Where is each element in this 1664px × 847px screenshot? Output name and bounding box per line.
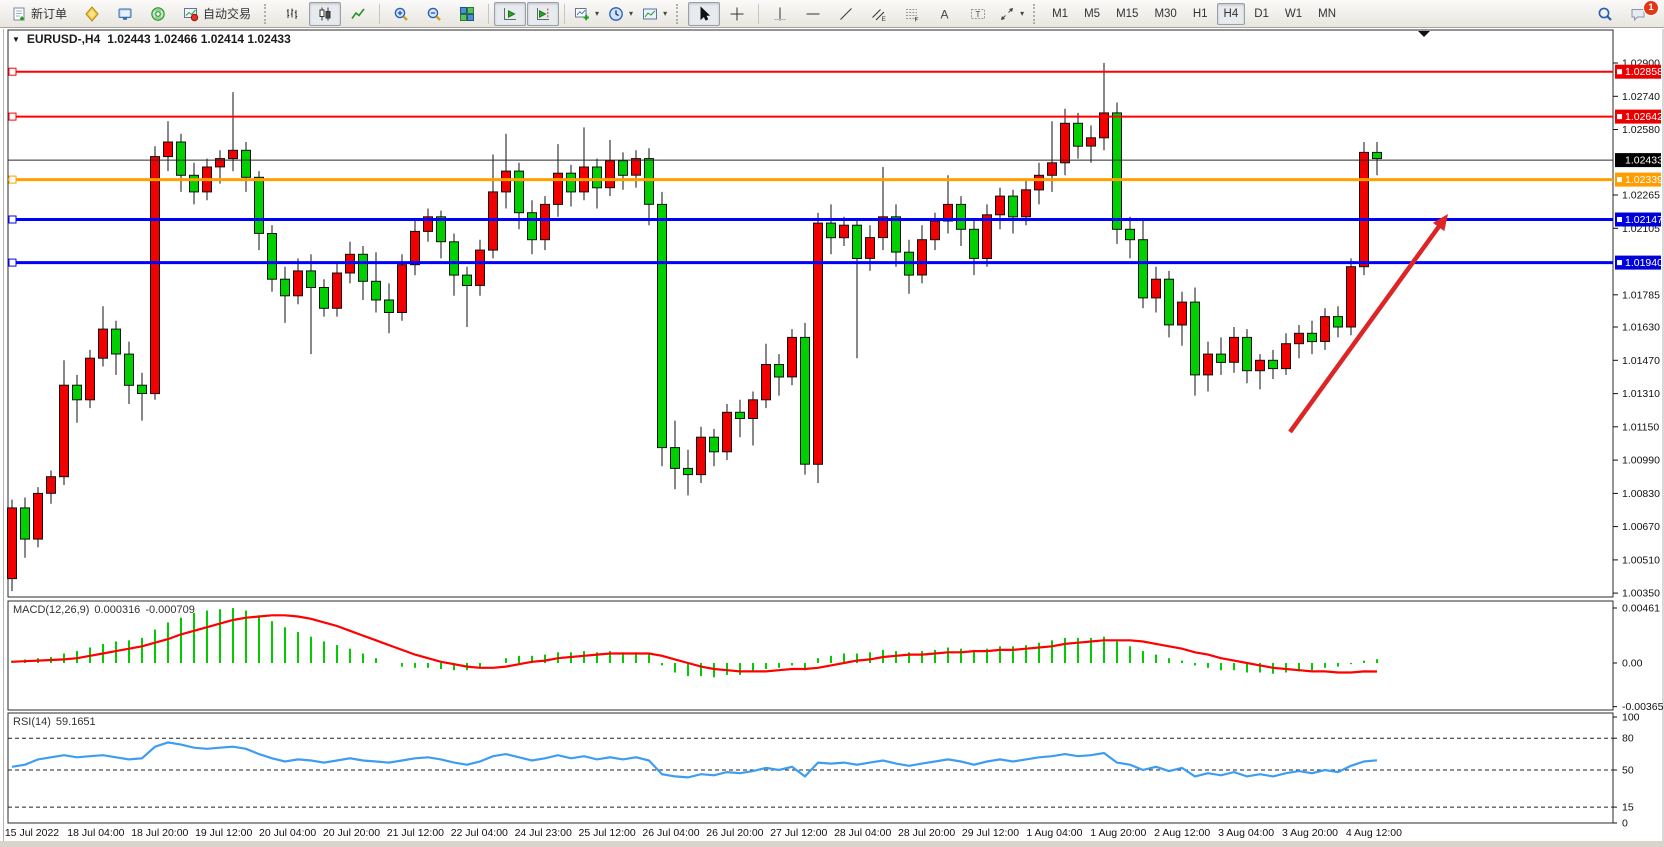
svg-text:15: 15 [1622, 802, 1634, 814]
svg-text:3 Aug 04:00: 3 Aug 04:00 [1218, 827, 1274, 839]
svg-text:20 Jul 04:00: 20 Jul 04:00 [259, 827, 316, 839]
svg-text:1.01940: 1.01940 [1625, 257, 1663, 269]
svg-text:28 Jul 20:00: 28 Jul 20:00 [898, 827, 955, 839]
svg-text:80: 80 [1622, 733, 1634, 745]
svg-text:3 Aug 20:00: 3 Aug 20:00 [1282, 827, 1338, 839]
svg-text:1.01310: 1.01310 [1622, 388, 1660, 400]
svg-text:1.02339: 1.02339 [1625, 174, 1663, 186]
svg-text:25 Jul 12:00: 25 Jul 12:00 [578, 827, 635, 839]
svg-text:50: 50 [1622, 765, 1634, 777]
svg-text:2 Aug 12:00: 2 Aug 12:00 [1154, 827, 1210, 839]
svg-text:1.02433: 1.02433 [1625, 155, 1663, 167]
macd-signal-value: -0.000709 [145, 604, 195, 616]
svg-text:1.02147: 1.02147 [1625, 214, 1663, 226]
svg-text:4 Aug 12:00: 4 Aug 12:00 [1346, 827, 1402, 839]
rsi-pane-label: RSI(14) 59.1651 [13, 716, 96, 728]
svg-text:1.02858: 1.02858 [1625, 66, 1663, 78]
rsi-value: 59.1651 [56, 716, 96, 728]
svg-text:1.02580: 1.02580 [1622, 124, 1660, 136]
svg-text:1.02642: 1.02642 [1625, 111, 1663, 123]
macd-indicator-name: MACD(12,26,9) [13, 604, 89, 616]
svg-text:18 Jul 20:00: 18 Jul 20:00 [131, 827, 188, 839]
chart-symbol-period: EURUSD-,H4 [27, 32, 100, 46]
svg-text:28 Jul 04:00: 28 Jul 04:00 [834, 827, 891, 839]
svg-text:26 Jul 20:00: 26 Jul 20:00 [706, 827, 763, 839]
svg-text:0.00: 0.00 [1622, 658, 1643, 670]
svg-text:1.01470: 1.01470 [1622, 355, 1660, 367]
svg-text:100: 100 [1622, 712, 1640, 724]
svg-text:21 Jul 12:00: 21 Jul 12:00 [387, 827, 444, 839]
chart-menu-icon[interactable]: ▼ [12, 35, 20, 44]
svg-text:1.02265: 1.02265 [1622, 190, 1660, 202]
svg-text:1.00990: 1.00990 [1622, 455, 1660, 467]
svg-text:15 Jul 2022: 15 Jul 2022 [5, 827, 59, 839]
svg-text:1.00670: 1.00670 [1622, 521, 1660, 533]
chart-title-bar[interactable]: ▼ EURUSD-,H4 1.02443 1.02466 1.02414 1.0… [12, 32, 291, 46]
svg-text:26 Jul 04:00: 26 Jul 04:00 [642, 827, 699, 839]
svg-text:1.00350: 1.00350 [1622, 588, 1660, 600]
svg-text:19 Jul 12:00: 19 Jul 12:00 [195, 827, 252, 839]
svg-text:1.00830: 1.00830 [1622, 488, 1660, 500]
svg-text:1 Aug 20:00: 1 Aug 20:00 [1090, 827, 1146, 839]
macd-pane-label: MACD(12,26,9) 0.000316 -0.000709 [13, 604, 195, 616]
svg-text:0.00461: 0.00461 [1622, 603, 1660, 615]
svg-text:1 Aug 04:00: 1 Aug 04:00 [1026, 827, 1082, 839]
svg-text:1.01630: 1.01630 [1622, 322, 1660, 334]
svg-text:18 Jul 04:00: 18 Jul 04:00 [67, 827, 124, 839]
svg-text:1.02740: 1.02740 [1622, 91, 1660, 103]
macd-main-value: 0.000316 [94, 604, 140, 616]
svg-text:20 Jul 20:00: 20 Jul 20:00 [323, 827, 380, 839]
svg-text:1.01785: 1.01785 [1622, 289, 1660, 301]
svg-text:1.01150: 1.01150 [1622, 421, 1659, 433]
svg-text:0: 0 [1622, 818, 1628, 830]
mt4-window: 新订单 自动交易 ▾ ▾ ▾ E F A T ▾ [0, 0, 1664, 847]
chart-ohlc-values: 1.02443 1.02466 1.02414 1.02433 [107, 32, 291, 46]
svg-text:24 Jul 23:00: 24 Jul 23:00 [515, 827, 572, 839]
rsi-indicator-name: RSI(14) [13, 716, 51, 728]
chart-canvas[interactable]: 1.029001.027401.025801.022651.021051.017… [0, 0, 1664, 847]
svg-text:29 Jul 12:00: 29 Jul 12:00 [962, 827, 1019, 839]
svg-text:22 Jul 04:00: 22 Jul 04:00 [451, 827, 508, 839]
svg-text:1.00510: 1.00510 [1622, 554, 1660, 566]
svg-text:27 Jul 12:00: 27 Jul 12:00 [770, 827, 827, 839]
